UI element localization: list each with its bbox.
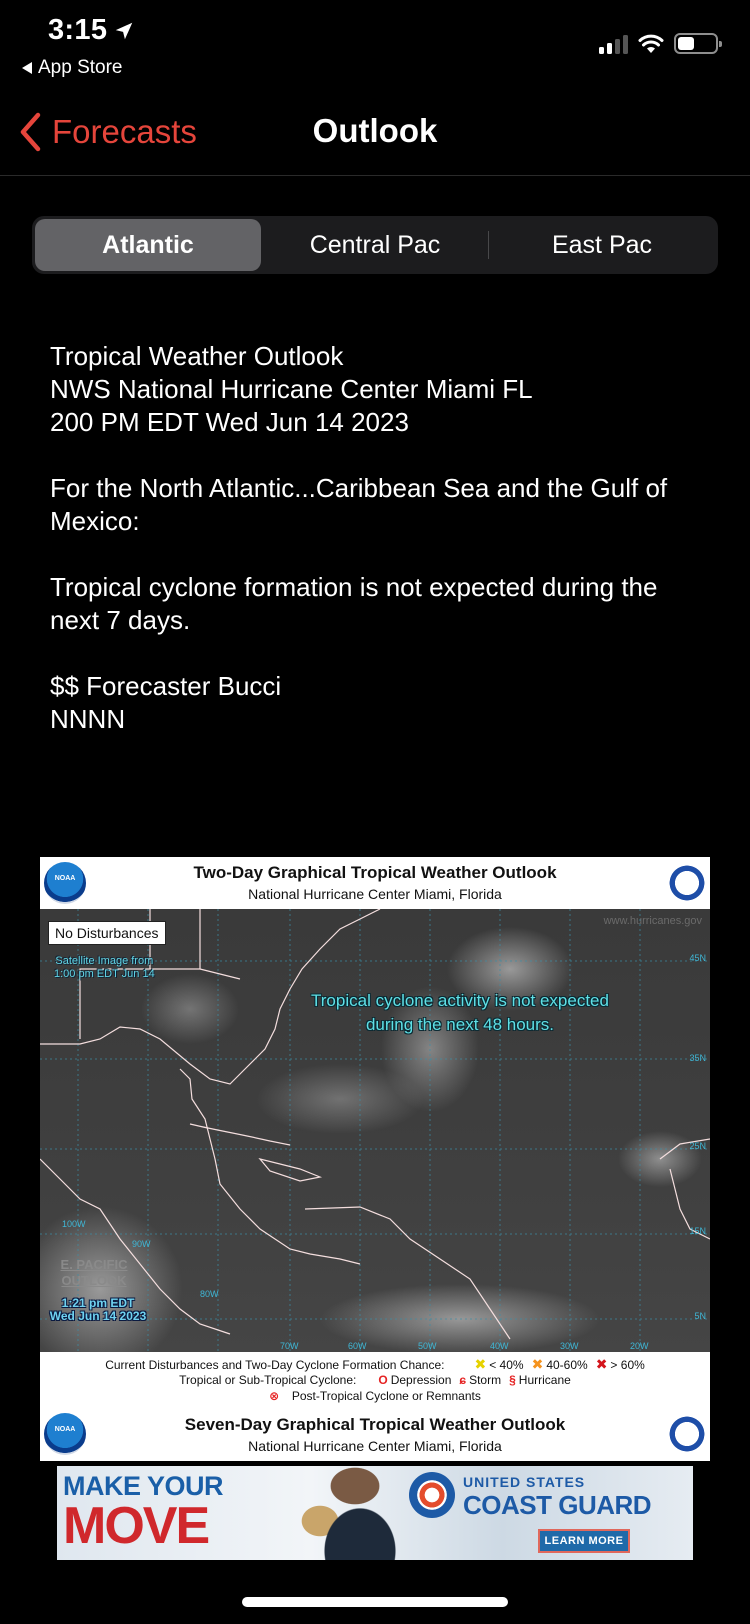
storm-icon: ɕ [459,1373,467,1387]
legend-depression: O Depression [378,1373,452,1387]
graphic-legend: Current Disturbances and Two-Day Cyclone… [40,1352,710,1407]
x-mark-orange-icon: ✖ [531,1356,544,1372]
legend-cyclone-label: Tropical or Sub-Tropical Cyclone: [179,1373,357,1387]
lat-label: 15N [689,1226,706,1236]
seven-day-outlook-header[interactable]: NOAA Seven-Day Graphical Tropical Weathe… [40,1407,710,1461]
activity-statement: Tropical cyclone activity is not expecte… [311,991,609,1034]
basin-segmented-control: Atlantic Central Pac East Pac [32,216,718,274]
clock: 3:15 [48,14,108,46]
lon-label: 60W [348,1341,367,1351]
legend-post-tropical: ⊗ Post-Tropical Cyclone or Remnants [269,1389,481,1403]
lat-label: 45N [689,953,706,963]
legend-mid-chance: ✖ 40-60% [531,1356,588,1372]
no-disturbances-label: No Disturbances [48,921,166,945]
lat-label: 35N [689,1053,706,1063]
lon-label: 50W [418,1341,437,1351]
battery-icon [674,33,722,54]
nws-logo-icon [666,1413,708,1455]
satellite-time-note: Satellite Image from 1:00 pm EDT Jun 14 [54,955,155,980]
legend-formation-label: Current Disturbances and Two-Day Cyclone… [105,1357,445,1372]
map-watermark: www.hurricanes.gov [603,915,702,927]
tab-east-pac[interactable]: East Pac [489,219,715,271]
tab-central-pac[interactable]: Central Pac [262,219,488,271]
two-day-outlook-graphic[interactable]: NOAA Two-Day Graphical Tropical Weather … [40,857,710,1461]
legend-hurricane: § Hurricane [509,1373,571,1387]
lon-label: 30W [560,1341,579,1351]
lon-label: 20W [630,1341,649,1351]
lon-label: 70W [280,1341,299,1351]
lon-label: 90W [132,1239,151,1249]
wifi-icon [638,34,664,53]
outlook-forecaster: $$ Forecaster Bucci [50,671,282,701]
e-pacific-timestamp: 1:21 pm EDT Wed Jun 14 2023 [49,1296,147,1323]
navigation-bar: Forecasts Outlook [0,100,750,176]
status-time: 3:15 [48,14,135,47]
ad-brand-line-2: COAST GUARD [463,1490,652,1520]
ad-banner[interactable]: MAKE YOUR MOVE UNITED STATES COAST GUARD… [57,1466,693,1560]
outlook-timestamp: 200 PM EDT Wed Jun 14 2023 [50,407,409,437]
status-indicators [599,33,722,54]
nws-logo-icon [666,862,708,904]
hurricane-icon: § [509,1373,516,1387]
post-tropical-icon: ⊗ [269,1389,280,1403]
back-to-app-store[interactable]: App Store [22,57,123,79]
legend-low-chance: ✖ < 40% [474,1356,524,1372]
outlook-summary: Tropical cyclone formation is not expect… [50,572,658,635]
x-mark-red-icon: ✖ [595,1356,608,1372]
seven-day-subtitle: National Hurricane Center Miami, Florida [248,1438,502,1454]
ad-photo [285,1466,415,1560]
graphic-title: Two-Day Graphical Tropical Weather Outlo… [193,863,557,882]
outlook-text: Tropical Weather Outlook NWS National Hu… [50,340,710,736]
lon-label: 100W [62,1219,86,1229]
ad-headline-1: MAKE YOUR [63,1471,224,1501]
lat-label: 5N [694,1311,706,1321]
legend-high-chance: ✖ > 60% [595,1356,645,1372]
x-mark-yellow-icon: ✖ [474,1356,487,1372]
e-pacific-outlook-link[interactable]: E. PACIFIC OUTLOOK [52,1257,136,1289]
lat-label: 25N [689,1141,706,1151]
outlook-issuer: NWS National Hurricane Center Miami FL [50,374,533,404]
back-triangle-icon [22,62,32,74]
lon-label: 40W [490,1341,509,1351]
outlook-region: For the North Atlantic...Caribbean Sea a… [50,473,668,536]
back-app-label: App Store [38,57,123,78]
outlook-title: Tropical Weather Outlook [50,341,344,371]
page-title: Outlook [312,112,438,149]
lon-label: 80W [200,1289,219,1299]
graphic-header: NOAA Two-Day Graphical Tropical Weather … [40,857,710,909]
tab-atlantic[interactable]: Atlantic [35,219,261,271]
ad-learn-more-button[interactable]: LEARN MORE [538,1529,630,1553]
satellite-map: www.hurricanes.gov No Disturbances Satel… [40,909,710,1352]
cellular-signal-icon [599,34,628,54]
outlook-end-marker: NNNN [50,704,126,734]
ad-brand-line-1: UNITED STATES [463,1474,586,1490]
depression-icon: O [378,1373,388,1387]
ad-headline-2: MOVE [63,1497,210,1555]
location-arrow-icon [116,22,133,39]
coast-guard-emblem-icon [409,1472,455,1518]
seven-day-title: Seven-Day Graphical Tropical Weather Out… [184,1415,566,1434]
legend-storm: ɕ Storm [459,1373,502,1387]
home-indicator[interactable] [242,1597,508,1607]
graphic-subtitle: National Hurricane Center Miami, Florida [248,886,502,902]
